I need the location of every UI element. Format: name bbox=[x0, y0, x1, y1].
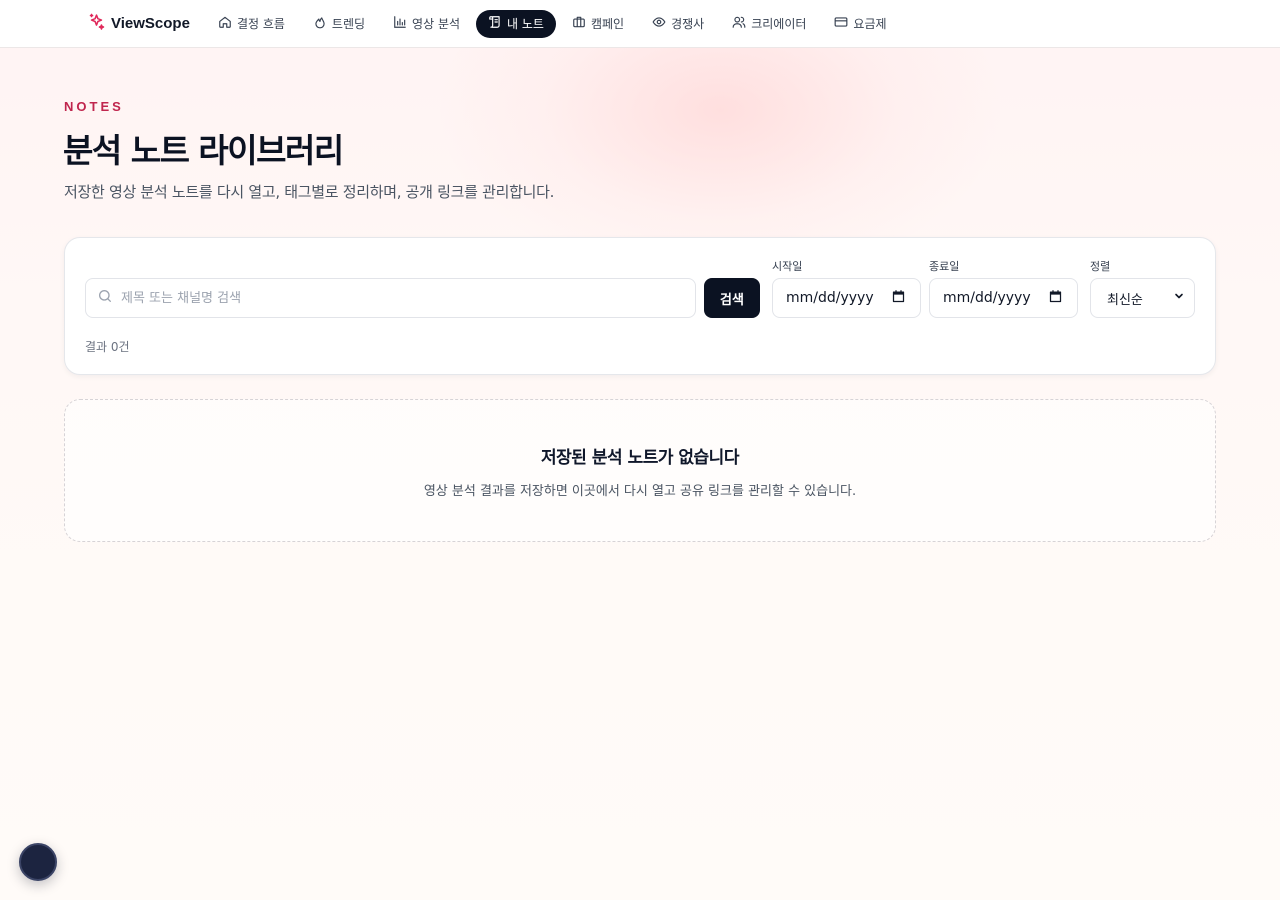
nav-item-campaigns[interactable]: 캠페인 bbox=[560, 10, 636, 38]
nav-item-label: 경쟁사 bbox=[671, 17, 705, 31]
filter-card: 검색 시작일 mm/dd/yyyy 종료일 mm/dd/yyyy 정렬 최신순 … bbox=[64, 237, 1216, 375]
credit-card-icon bbox=[834, 15, 848, 32]
empty-state-title: 저장된 분석 노트가 없습니다 bbox=[541, 448, 739, 468]
nav-item-label: 트렌딩 bbox=[331, 17, 366, 31]
nav-item-pricing[interactable]: 요금제 bbox=[822, 10, 898, 38]
nav-item-video-analysis[interactable]: 영상 분석 bbox=[381, 10, 472, 38]
users-icon bbox=[732, 15, 746, 32]
search-icon bbox=[97, 288, 113, 308]
nav-item-my-notes[interactable]: 내 노트 bbox=[476, 9, 556, 38]
nav-item-label: 요금제 bbox=[853, 17, 887, 31]
empty-state: 저장된 분석 노트가 없습니다 영상 분석 결과를 저장하면 이곳에서 다시 열… bbox=[64, 399, 1216, 542]
nav-item-label: 영상 분석 bbox=[412, 17, 461, 31]
empty-state-description: 영상 분석 결과를 저장하면 이곳에서 다시 열고 공유 링크를 관리할 수 있… bbox=[423, 484, 857, 499]
eye-icon bbox=[652, 15, 666, 32]
search-input[interactable] bbox=[121, 290, 681, 306]
result-count: 결과 0건 bbox=[85, 340, 130, 354]
home-icon bbox=[218, 15, 232, 32]
end-date-value: mm/dd/yyyy bbox=[943, 290, 1031, 306]
notes-icon bbox=[488, 15, 502, 32]
page-subtitle: 저장한 영상 분석 노트를 다시 열고, 태그별로 정리하며, 공개 링크를 관… bbox=[64, 183, 555, 201]
nav-item-label: 크리에이터 bbox=[751, 17, 807, 31]
floating-avatar-button[interactable] bbox=[19, 843, 57, 881]
page-title: 분석 노트 라이브러리 bbox=[63, 131, 344, 170]
start-date-input[interactable]: mm/dd/yyyy bbox=[772, 278, 921, 318]
sort-value: 최신순 bbox=[1107, 292, 1143, 308]
brand-name: ViewScope bbox=[111, 15, 190, 32]
nav-item-decision-flow[interactable]: 결정 흐름 bbox=[206, 10, 297, 38]
end-date-input[interactable]: mm/dd/yyyy bbox=[929, 278, 1078, 318]
bar-chart-icon bbox=[393, 15, 407, 32]
nav-item-label: 캠페인 bbox=[590, 17, 625, 31]
search-field[interactable] bbox=[85, 278, 696, 318]
section-eyebrow: NOTES bbox=[64, 99, 124, 114]
chevron-down-icon bbox=[1173, 290, 1185, 306]
flame-icon bbox=[313, 15, 327, 32]
nav-item-label: 결정 흐름 bbox=[236, 17, 285, 31]
search-button[interactable]: 검색 bbox=[704, 278, 760, 318]
brand-logo[interactable]: ViewScope bbox=[88, 13, 190, 34]
calendar-icon[interactable] bbox=[1048, 289, 1063, 308]
sparkle-logo-icon bbox=[88, 13, 105, 34]
nav-item-creators[interactable]: 크리에이터 bbox=[720, 10, 818, 38]
nav-item-competitors[interactable]: 경쟁사 bbox=[640, 10, 716, 38]
top-nav: ViewScope 결정 흐름 트렌딩 영상 분석 내 노트 캠페인 경쟁사 크… bbox=[0, 0, 1280, 48]
sort-label: 정렬 bbox=[1090, 260, 1111, 273]
nav-item-label: 내 노트 bbox=[507, 17, 544, 31]
nav-item-trending[interactable]: 트렌딩 bbox=[301, 10, 377, 38]
briefcase-icon bbox=[572, 15, 586, 32]
sort-select[interactable]: 최신순 bbox=[1090, 278, 1195, 318]
start-date-label: 시작일 bbox=[772, 260, 803, 273]
calendar-icon[interactable] bbox=[891, 289, 906, 308]
end-date-label: 종료일 bbox=[929, 260, 960, 273]
start-date-value: mm/dd/yyyy bbox=[786, 290, 874, 306]
